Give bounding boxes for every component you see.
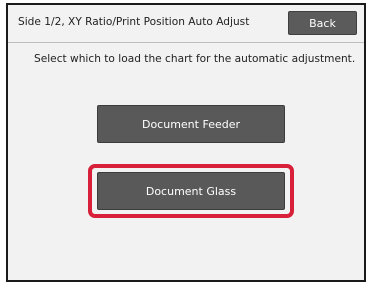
dialog-header: Side 1/2, XY Ratio/Print Position Auto A… — [8, 5, 364, 43]
adjust-dialog: Side 1/2, XY Ratio/Print Position Auto A… — [6, 3, 366, 282]
dialog-title: Side 1/2, XY Ratio/Print Position Auto A… — [18, 16, 250, 28]
document-glass-button[interactable]: Document Glass — [97, 172, 285, 210]
back-button[interactable]: Back — [288, 11, 357, 35]
instruction-text: Select which to load the chart for the a… — [34, 53, 356, 65]
document-feeder-button[interactable]: Document Feeder — [97, 105, 285, 143]
